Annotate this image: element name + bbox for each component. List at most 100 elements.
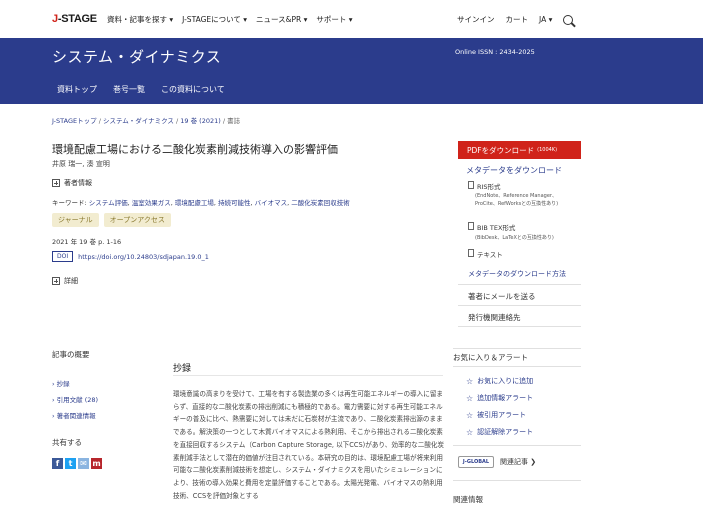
bibtex-label: BIB TEX形式 — [477, 224, 516, 232]
text-download[interactable]: テキスト — [468, 249, 503, 259]
divider — [453, 348, 581, 349]
metadata-download-heading: メタデータをダウンロード — [466, 166, 562, 175]
jglobal-related[interactable]: J-GLOBAL 関連記事 ❯ — [458, 456, 536, 468]
keywords: キーワード: システム評価, 温室効果ガス, 環境配慮工場, 持続可能性, バイ… — [52, 199, 350, 207]
breadcrumb-home[interactable]: J-STAGEトップ — [52, 117, 97, 125]
issn: Online ISSN : 2434-2025 — [455, 48, 535, 56]
sidebar-item-label: 著者関連情報 — [56, 412, 96, 420]
author-info-toggle[interactable]: 著者情報 — [52, 178, 92, 188]
divider — [458, 284, 581, 285]
breadcrumb-current: 書誌 — [227, 117, 241, 125]
sidebar-item-author-info[interactable]: › 著者関連情報 — [52, 410, 96, 420]
sidebar-item-label: 抄録 — [56, 380, 70, 388]
menu-news[interactable]: ニュース&PR ▾ — [256, 14, 307, 25]
pdf-download-button[interactable]: PDFをダウンロード (1004K) — [458, 141, 581, 159]
abstract-divider — [173, 375, 443, 376]
top-navigation: J-STAGE 資料・記事を探す ▾ J-STAGEについて ▾ ニュース&PR… — [0, 0, 703, 38]
language-select[interactable]: JA ▾ — [539, 15, 552, 24]
keyword-link[interactable]: システム評価 — [89, 199, 128, 207]
document-icon — [468, 181, 474, 189]
abstract-heading: 抄録 — [173, 364, 192, 374]
keyword-link[interactable]: 温室効果ガス — [132, 199, 171, 207]
keyword-link[interactable]: 環境配慮工場 — [175, 199, 214, 207]
alert-label: 被引用アラート — [477, 411, 527, 419]
breadcrumb-volume[interactable]: 19 巻 (2021) — [180, 117, 221, 125]
signin-link[interactable]: サインイン — [457, 14, 495, 25]
alert-label: 追加情報アラート — [477, 394, 534, 402]
summary-heading: 記事の概要 — [52, 350, 90, 359]
metadata-howto-link[interactable]: メタデータのダウンロード方法 — [468, 269, 566, 279]
star-icon: ☆ — [466, 410, 474, 420]
plus-icon — [52, 179, 60, 187]
email-share-icon[interactable]: ✉ — [78, 458, 89, 469]
bibtex-download[interactable]: BIB TEX形式 — [468, 222, 515, 232]
details-toggle[interactable]: 詳細 — [52, 276, 78, 286]
pdf-download-label: PDFをダウンロード — [467, 145, 535, 155]
publication-info: 2021 年 19 巻 p. 1-16 — [52, 238, 122, 246]
menu-support[interactable]: サポート ▾ — [316, 14, 352, 25]
breadcrumb: J-STAGEトップ / システム・ダイナミクス / 19 巻 (2021) /… — [52, 115, 240, 125]
breadcrumb-journal[interactable]: システム・ダイナミクス — [103, 117, 174, 125]
keywords-label: キーワード: — [52, 199, 87, 207]
ris-label: RIS形式 — [477, 183, 501, 191]
divider — [458, 326, 581, 327]
doi-row: DOI https://doi.org/10.24803/sdjapan.19.… — [52, 251, 209, 262]
doi-link[interactable]: https://doi.org/10.24803/sdjapan.19.0_1 — [78, 253, 209, 261]
sidebar-item-references[interactable]: › 引用文献 (28) — [52, 394, 98, 404]
main-menu: 資料・記事を探す ▾ J-STAGEについて ▾ ニュース&PR ▾ サポート … — [107, 14, 353, 25]
plus-icon — [52, 277, 60, 285]
tab-issue-list[interactable]: 巻号一覧 — [113, 84, 145, 95]
star-icon: ☆ — [466, 427, 474, 437]
author-info-label: 著者情報 — [64, 179, 92, 187]
tab-journal-top[interactable]: 資料トップ — [57, 84, 97, 95]
divider — [453, 480, 581, 481]
jglobal-logo: J-GLOBAL — [458, 456, 494, 468]
publisher-contact-link[interactable]: 発行機関連絡先 — [468, 312, 521, 323]
favorite-label: お気に入りに追加 — [477, 377, 534, 385]
ris-compat-line1: (EndNote、Reference Manager、 — [475, 193, 557, 199]
share-buttons: f t ✉ m — [52, 458, 102, 469]
logo-text: -STAGE — [57, 13, 97, 25]
menu-search-resources[interactable]: 資料・記事を探す ▾ — [107, 14, 173, 25]
article-title: 環境配慮工場における二酸化炭素削減技術導入の影響評価 — [52, 143, 338, 156]
facebook-icon[interactable]: f — [52, 458, 63, 469]
keyword-link[interactable]: バイオマス — [255, 199, 288, 207]
ris-download[interactable]: RIS形式 — [468, 181, 501, 191]
alert-label: 認証解除アラート — [477, 428, 534, 436]
email-author-link[interactable]: 著者にメールを送る — [468, 291, 536, 302]
tab-about-journal[interactable]: この資料について — [161, 84, 225, 95]
keyword-link[interactable]: 持続可能性 — [218, 199, 251, 207]
auth-release-alert-link[interactable]: ☆ 認証解除アラート — [466, 427, 533, 437]
cart-link[interactable]: カート — [506, 14, 529, 25]
user-menu: サインイン カート JA ▾ — [457, 14, 574, 25]
menu-about[interactable]: J-STAGEについて ▾ — [182, 14, 247, 25]
bibtex-compat: (BibDesk、LaTeXとの互換性あり) — [475, 235, 554, 241]
search-icon[interactable] — [563, 14, 574, 25]
share-heading: 共有する — [52, 438, 82, 447]
keyword-link[interactable]: 二酸化炭素回収技術 — [291, 199, 350, 207]
jstage-logo[interactable]: J-STAGE — [52, 13, 97, 25]
tag-open-access: オープンアクセス — [103, 213, 171, 227]
star-icon: ☆ — [466, 376, 474, 386]
text-label: テキスト — [477, 251, 503, 259]
authors: 井原 瑞一, 湊 宣明 — [52, 160, 110, 168]
divider — [453, 445, 581, 446]
additional-info-alert-link[interactable]: ☆ 追加情報アラート — [466, 393, 533, 403]
journal-tabs: 資料トップ 巻号一覧 この資料について — [57, 84, 225, 95]
twitter-icon[interactable]: t — [65, 458, 76, 469]
ris-compat-line2: ProCite、RefWorksとの互換性あり) — [475, 201, 559, 207]
mendeley-icon[interactable]: m — [91, 458, 102, 469]
document-icon — [468, 249, 474, 257]
journal-banner: システム・ダイナミクス Online ISSN : 2434-2025 資料トッ… — [0, 38, 703, 104]
tag-journal: ジャーナル — [52, 213, 99, 227]
abstract-text: 環境意識の高まりを受けて、工場を有する製造業の多くは再生可能エネルギーの導入に留… — [173, 390, 445, 500]
citation-alert-link[interactable]: ☆ 被引用アラート — [466, 410, 526, 420]
star-icon: ☆ — [466, 393, 474, 403]
add-favorite-link[interactable]: ☆ お気に入りに追加 — [466, 376, 533, 386]
journal-title[interactable]: システム・ダイナミクス — [52, 46, 221, 67]
favorites-heading: お気に入り＆アラート — [453, 353, 528, 362]
divider — [458, 305, 581, 306]
ris-compat: (EndNote、Reference Manager、 ProCite、RefW… — [475, 192, 558, 208]
sidebar-item-abstract[interactable]: › 抄録 — [52, 378, 70, 388]
sidebar-item-label: 引用文献 (28) — [56, 396, 99, 404]
